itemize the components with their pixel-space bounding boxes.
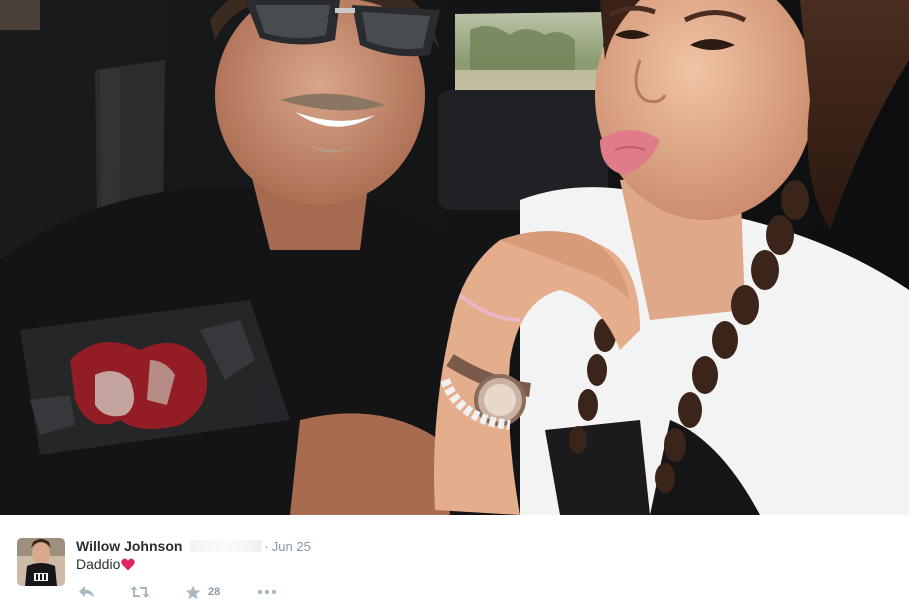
more-button[interactable] [257,589,277,595]
author-name[interactable]: Willow Johnson [76,538,182,554]
heart-icon [121,558,136,571]
reply-icon [79,586,94,598]
tweet: Willow Johnson · Jun 25 Daddio 28 [0,515,909,606]
tweet-text-content: Daddio [76,556,121,572]
favorite-count: 28 [208,586,221,598]
redacted-handle [190,540,263,552]
retweet-button[interactable] [130,585,150,599]
tweet-actions: 28 [76,583,277,601]
favorite-button[interactable]: 28 [185,585,220,600]
more-icon [258,589,277,595]
tweet-text: Daddio [76,556,136,572]
reply-button[interactable] [78,585,96,599]
tweet-date[interactable]: Jun 25 [272,539,311,554]
avatar[interactable] [17,538,65,586]
star-icon [185,585,201,599]
tweet-header: Willow Johnson · Jun 25 [76,537,311,555]
retweet-icon [130,586,150,598]
selfie-image [0,0,909,515]
avatar-image [17,538,65,586]
tweet-photo[interactable] [0,0,909,515]
separator: · [264,538,269,554]
